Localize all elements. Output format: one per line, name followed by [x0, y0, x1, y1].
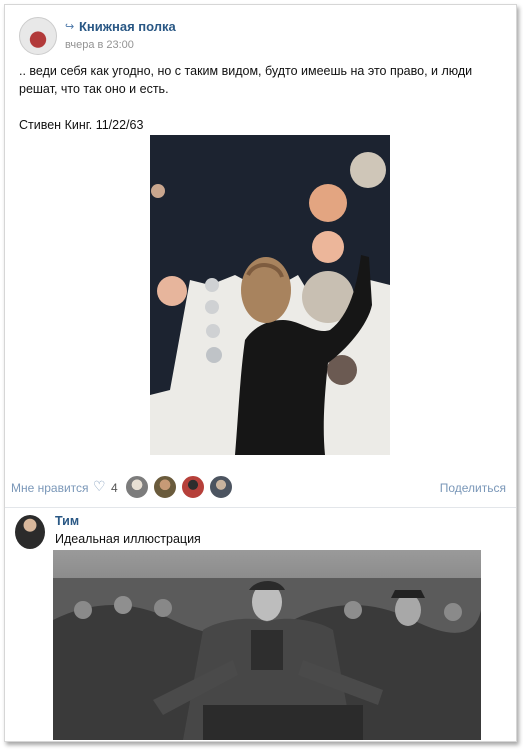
- comment-author[interactable]: Тим: [55, 514, 79, 528]
- like-button-label[interactable]: Мне нравится: [11, 481, 89, 495]
- group-name-link[interactable]: Книжная полка: [79, 19, 176, 34]
- liker-avatar[interactable]: [209, 475, 233, 499]
- post-text-line: Стивен Кинг. 11/22/63: [19, 118, 144, 132]
- post-time[interactable]: вчера в 23:00: [65, 39, 134, 51]
- liker-avatar[interactable]: [125, 475, 149, 499]
- post-photo[interactable]: [150, 135, 390, 455]
- divider: [5, 507, 516, 508]
- post-actions: Мне нравится ♡ 4 Поделиться: [5, 475, 516, 501]
- liker-avatar[interactable]: [153, 475, 177, 499]
- comment-avatar[interactable]: [15, 515, 45, 549]
- like-count[interactable]: 4: [111, 481, 118, 495]
- comment-text: Идеальная иллюстрация: [55, 532, 201, 546]
- post-text-line: .. веди себя как угодно, но с таким видо…: [19, 64, 473, 78]
- group-avatar[interactable]: [19, 17, 57, 55]
- comment-photo[interactable]: [53, 550, 481, 740]
- liker-avatar[interactable]: [181, 475, 205, 499]
- share-button[interactable]: Поделиться: [440, 481, 506, 495]
- screenshot-frame: ↪ Книжная полка вчера в 23:00 .. веди се…: [4, 4, 517, 742]
- post-text-line: решат, что так оно и есть.: [19, 82, 169, 96]
- post-text: .. веди себя как угодно, но с таким видо…: [19, 62, 507, 134]
- repost-icon: ↪: [65, 21, 75, 33]
- heart-icon[interactable]: ♡: [93, 478, 106, 495]
